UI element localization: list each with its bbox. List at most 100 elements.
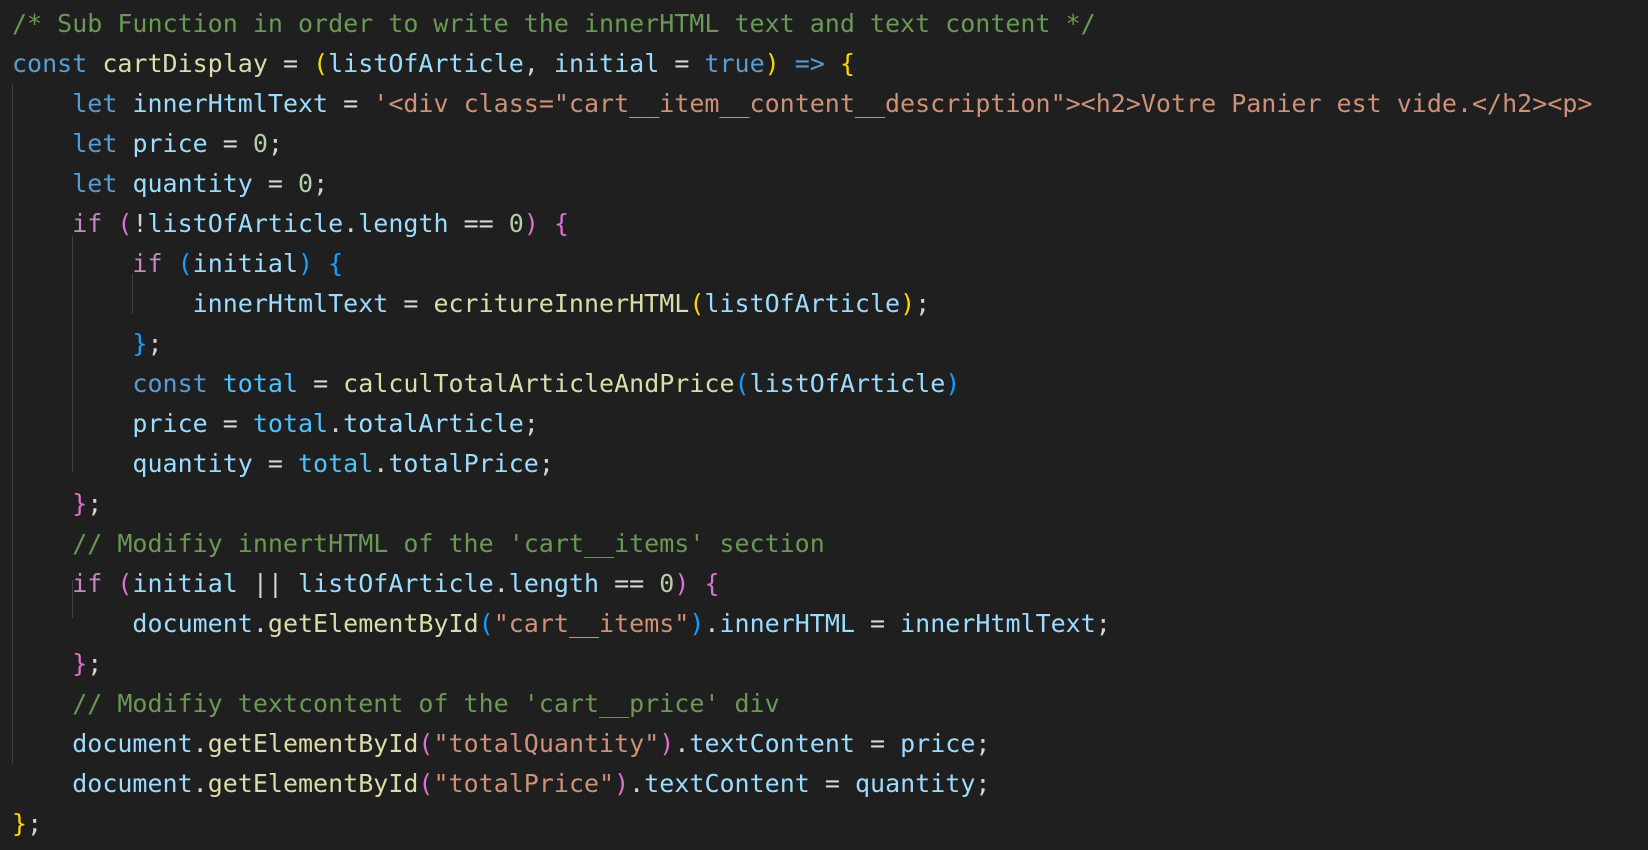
code-token: listOfArticle [704,289,901,318]
code-line[interactable]: }; [12,324,1592,364]
code-token: 0 [508,209,524,238]
code-token: . [629,769,645,798]
code-line[interactable]: /* Sub Function in order to write the in… [12,4,1592,44]
code-token: . [328,409,344,438]
code-line[interactable]: price = total.totalArticle; [12,404,1592,444]
code-token: total [222,369,299,398]
code-area[interactable]: /* Sub Function in order to write the in… [12,4,1592,844]
code-token: ; [313,169,329,198]
code-token: || [237,569,299,598]
code-token: initial [192,249,299,278]
code-token: ) [298,249,314,278]
code-token: total [252,409,329,438]
code-token: ; [147,329,163,358]
code-token: ( [478,609,494,638]
code-token: "cart__items" [493,609,690,638]
code-line[interactable]: let price = 0; [12,124,1592,164]
code-line[interactable]: document.getElementById("totalPrice").te… [12,764,1592,804]
code-token: "totalPrice" [433,769,615,798]
code-token: if [132,249,163,278]
code-token: . [493,569,509,598]
code-token: ) [523,209,539,238]
code-token: let [72,89,118,118]
code-line[interactable]: }; [12,484,1592,524]
code-token: ) [945,369,961,398]
code-token: getElementById [207,729,419,758]
code-line[interactable]: if (initial || listOfArticle.length == 0… [12,564,1592,604]
code-token: ( [418,769,434,798]
code-token: == [448,209,509,238]
code-editor[interactable]: /* Sub Function in order to write the in… [0,0,1648,850]
code-token: = [328,89,374,118]
code-token: . [192,769,208,798]
code-token: . [704,609,720,638]
code-token: . [252,609,268,638]
code-token: '<div class="cart__item__content__descri… [373,89,1593,118]
code-token: total [298,449,374,478]
code-token: listOfArticle [147,209,344,238]
code-token: ; [975,729,991,758]
code-token: "totalQuantity" [433,729,660,758]
code-token: ; [538,449,554,478]
code-line[interactable]: // Modifiy textcontent of the 'cart__pri… [12,684,1592,724]
code-token: // Modifiy innertHTML of the 'cart__item… [72,529,825,558]
code-line[interactable]: let innerHtmlText = '<div class="cart__i… [12,84,1592,124]
code-token: ) [614,769,630,798]
code-line[interactable]: innerHtmlText = ecritureInnerHTML(listOf… [12,284,1592,324]
code-token: = [659,49,705,78]
code-line[interactable]: document.getElementById("totalQuantity")… [12,724,1592,764]
code-token: ) [674,569,690,598]
code-line[interactable]: if (!listOfArticle.length == 0) { [12,204,1592,244]
code-token: = [252,449,298,478]
code-line[interactable]: quantity = total.totalPrice; [12,444,1592,484]
code-token: quantity [132,449,253,478]
code-token: } [72,489,88,518]
code-line[interactable]: const total = calculTotalArticleAndPrice… [12,364,1592,404]
code-line[interactable]: document.getElementById("cart__items").i… [12,604,1592,644]
code-token: if [72,569,103,598]
code-token: ( [117,209,133,238]
code-line[interactable]: }; [12,644,1592,684]
code-token: { [328,249,344,278]
code-token: 0 [298,169,314,198]
code-token: if [72,209,103,238]
code-token: /* Sub Function in order to write the in… [12,9,1096,38]
code-token: ) [689,609,705,638]
code-token: length [358,209,449,238]
code-token: == [599,569,660,598]
code-token: 0 [252,129,268,158]
code-token: ( [177,249,193,278]
code-token: cartDisplay [102,49,268,78]
code-token: ) [659,729,675,758]
code-token: ; [267,129,283,158]
code-line[interactable]: }; [12,804,1592,844]
code-token: = [298,369,344,398]
code-line[interactable]: if (initial) { [12,244,1592,284]
code-token: . [343,209,359,238]
code-token: ; [27,809,43,838]
code-token: true [704,49,765,78]
code-line[interactable]: const cartDisplay = (listOfArticle, init… [12,44,1592,84]
code-line[interactable]: // Modifiy innertHTML of the 'cart__item… [12,524,1592,564]
code-token: listOfArticle [749,369,946,398]
code-line[interactable]: let quantity = 0; [12,164,1592,204]
code-token: innerHTML [719,609,855,638]
code-token: listOfArticle [298,569,494,598]
